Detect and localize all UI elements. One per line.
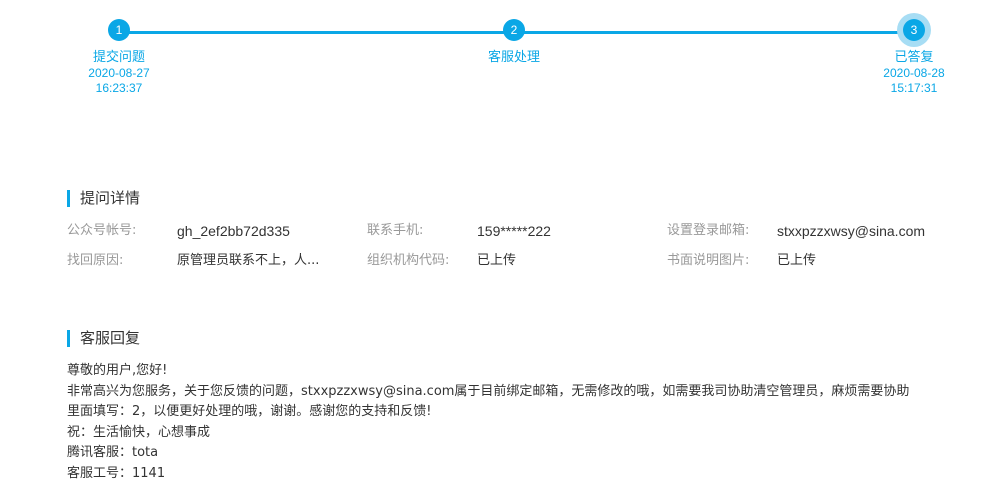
reply-line: 祝：生活愉快，心想事成	[67, 424, 211, 440]
details-row: 找回原因: 原管理员联系不上，人... 组织机构代码: 已上传 书面说明图片: …	[67, 251, 967, 281]
step-answered: 3 已答复 2020-08-28 15:17:31	[854, 19, 974, 96]
login-email-value: stxxpzzxwsy@sina.com	[777, 223, 926, 239]
question-details: 公众号帐号: gh_2ef2bb72d335 联系手机: 159*****222…	[67, 221, 967, 281]
step-time: 16:23:37	[95, 81, 143, 95]
org-code-value[interactable]: 已上传	[477, 251, 516, 271]
reply-line: 客服工号：1141	[67, 465, 166, 481]
official-account-label: 公众号帐号:	[67, 223, 137, 238]
step-submit-question: 1 提交问题 2020-08-27 16:23:37	[59, 19, 179, 96]
written-image-value[interactable]: 已上传	[777, 251, 816, 271]
reply-line: 里面填写：2，以便更好处理的哦，谢谢。感谢您的支持和反馈!	[67, 404, 432, 419]
step-date: 2020-08-27	[88, 66, 150, 80]
service-reply-body: 尊敬的用户,您好! 非常高兴为您服务，关于您反馈的问题，stxxpzzxwsy@…	[67, 361, 967, 484]
reason-label: 找回原因:	[67, 253, 124, 268]
question-details-title: 提问详情	[67, 189, 140, 207]
details-row: 公众号帐号: gh_2ef2bb72d335 联系手机: 159*****222…	[67, 221, 967, 251]
step-number-3: 3	[903, 19, 925, 41]
reason-value[interactable]: 原管理员联系不上，人...	[177, 251, 319, 271]
step-label: 客服处理	[487, 50, 540, 65]
phone-value: 159*****222	[477, 223, 551, 239]
org-code-label: 组织机构代码:	[367, 253, 450, 268]
step-number-1: 1	[108, 19, 130, 41]
official-account-value: gh_2ef2bb72d335	[177, 223, 290, 239]
service-reply-title: 客服回复	[67, 329, 140, 347]
step-time: 15:17:31	[890, 81, 938, 95]
step-label: 提交问题	[92, 50, 145, 65]
reply-line: 非常高兴为您服务，关于您反馈的问题，stxxpzzxwsy@sina.com属于…	[67, 383, 910, 399]
step-number-2: 2	[503, 19, 525, 41]
progress-stepper: 1 提交问题 2020-08-27 16:23:37 2 客服处理 3 已答复 …	[0, 0, 1006, 120]
login-email-label: 设置登录邮箱:	[667, 223, 750, 238]
phone-label: 联系手机:	[367, 223, 424, 238]
step-date: 2020-08-28	[883, 66, 945, 80]
reply-line: 尊敬的用户,您好!	[67, 363, 168, 378]
step-service-processing: 2 客服处理	[454, 19, 574, 66]
step-label: 已答复	[894, 50, 934, 65]
written-image-label: 书面说明图片:	[667, 253, 750, 268]
reply-line: 腾讯客服：tota	[67, 445, 159, 460]
